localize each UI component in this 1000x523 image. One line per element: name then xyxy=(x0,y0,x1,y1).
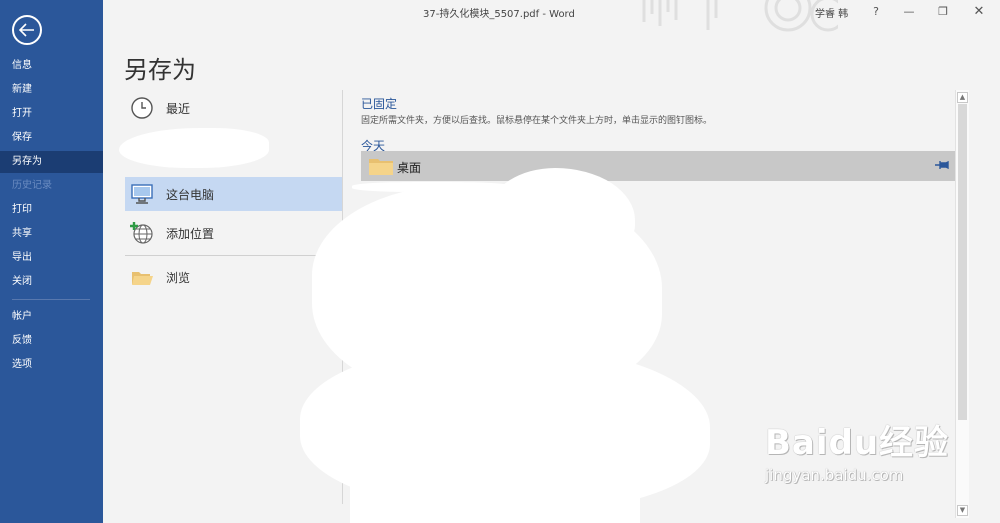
nav-item-close[interactable]: 关闭 xyxy=(0,271,103,293)
minimize-button[interactable]: — xyxy=(901,4,917,20)
nav-divider xyxy=(12,299,90,300)
restore-button[interactable]: ❐ xyxy=(935,4,951,20)
scroll-down-arrow-icon[interactable]: ▼ xyxy=(957,505,968,516)
globe-add-icon xyxy=(130,222,153,244)
location-recent[interactable]: 最近 xyxy=(125,91,342,125)
location-label: 浏览 xyxy=(166,271,191,285)
folder-label: 桌面 xyxy=(397,161,422,175)
nav-item-save-as[interactable]: 另存为 xyxy=(0,151,103,173)
document-title: 37-持久化模块_5507.pdf - Word xyxy=(423,9,575,20)
locations-divider xyxy=(125,255,342,256)
folder-row-desktop[interactable]: 桌面 xyxy=(361,151,955,181)
backstage-nav: 信息 新建 打开 保存 另存为 历史记录 打印 共享 导出 关闭 帐户 反馈 选… xyxy=(0,0,103,523)
pinned-heading: 已固定 xyxy=(361,97,398,111)
nav-item-feedback[interactable]: 反馈 xyxy=(0,330,103,352)
scrollbar-thumb[interactable] xyxy=(958,104,967,420)
scroll-up-arrow-icon[interactable]: ▲ xyxy=(957,92,968,103)
help-button[interactable]: ? xyxy=(868,4,884,20)
pinned-description: 固定所需文件夹，方便以后查找。鼠标悬停在某个文件夹上方时，单击显示的图钉图标。 xyxy=(361,116,713,126)
redaction-blob xyxy=(119,128,269,168)
back-arrow-icon xyxy=(19,23,34,37)
clock-icon xyxy=(131,97,153,119)
close-button[interactable]: ✕ xyxy=(971,4,987,20)
location-label: 添加位置 xyxy=(166,227,215,241)
nav-item-export[interactable]: 导出 xyxy=(0,247,103,269)
folder-open-icon xyxy=(132,272,153,285)
nav-item-account[interactable]: 帐户 xyxy=(0,306,103,328)
nav-item-save[interactable]: 保存 xyxy=(0,127,103,149)
back-button[interactable] xyxy=(12,15,42,45)
vertical-scrollbar[interactable]: ▲ ▼ xyxy=(955,90,969,518)
baidu-watermark: Baidu经验 jingyan.baidu.com xyxy=(765,415,949,484)
nav-item-new[interactable]: 新建 xyxy=(0,79,103,101)
watermark-brand: Baidu经验 xyxy=(765,423,950,463)
nav-item-info[interactable]: 信息 xyxy=(0,55,103,77)
pin-icon[interactable] xyxy=(935,159,949,171)
location-label: 最近 xyxy=(166,102,191,116)
location-label: 这台电脑 xyxy=(166,188,215,202)
page-title: 另存为 xyxy=(124,56,196,84)
nav-item-history: 历史记录 xyxy=(12,180,52,191)
computer-icon xyxy=(131,184,153,204)
nav-item-share[interactable]: 共享 xyxy=(0,223,103,245)
nav-item-options[interactable]: 选项 xyxy=(0,354,103,376)
watermark-url: jingyan.baidu.com xyxy=(765,466,904,484)
redaction-blob xyxy=(350,460,640,523)
location-add-place[interactable]: 添加位置 xyxy=(125,216,342,250)
folder-icon xyxy=(369,159,393,175)
location-this-pc[interactable]: 这台电脑 xyxy=(125,177,342,211)
title-decoration xyxy=(642,0,838,32)
nav-item-print[interactable]: 打印 xyxy=(0,199,103,221)
location-browse[interactable]: 浏览 xyxy=(125,260,342,294)
nav-item-open[interactable]: 打开 xyxy=(0,103,103,125)
user-name[interactable]: 学睿 韩 xyxy=(815,5,848,20)
title-bar: 37-持久化模块_5507.pdf - Word 学睿 韩 ? — ❐ ✕ xyxy=(103,0,1000,32)
